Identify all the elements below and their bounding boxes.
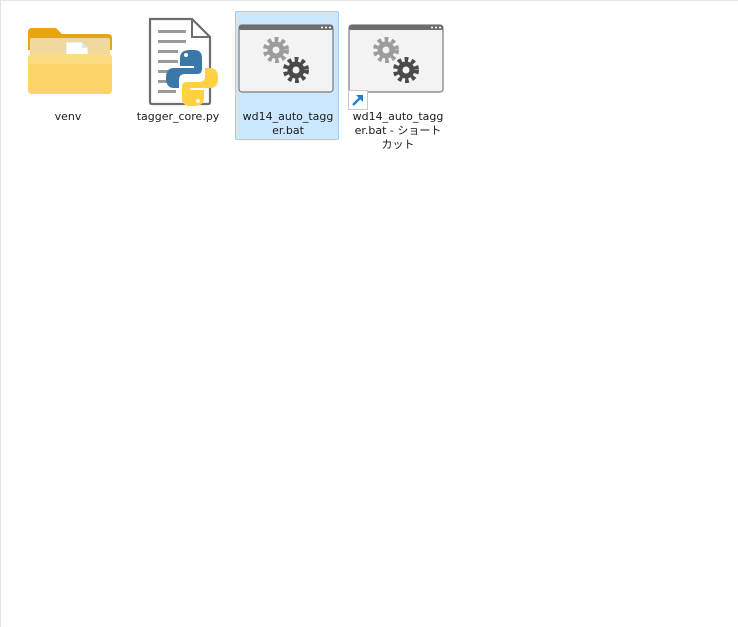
shortcut-icon: [346, 12, 450, 110]
file-item-tagger-core[interactable]: tagger_core.py: [125, 11, 229, 140]
python-file-icon: [126, 12, 230, 110]
folder-icon: [16, 12, 120, 110]
file-item-wd14-bat[interactable]: wd14_auto_tagger.bat: [235, 11, 339, 140]
shortcut-arrow-icon: [348, 90, 368, 110]
file-name: wd14_auto_tagger.bat - ショートカット: [352, 110, 444, 151]
batch-file-icon: [236, 12, 340, 110]
file-view[interactable]: venv tagger_core.py wd14_auto_tagger.bat…: [0, 0, 738, 627]
file-name: wd14_auto_tagger.bat: [242, 110, 334, 137]
file-item-venv[interactable]: venv: [15, 11, 119, 140]
file-item-wd14-shortcut[interactable]: wd14_auto_tagger.bat - ショートカット: [345, 11, 450, 151]
file-name: venv: [54, 110, 82, 123]
file-name: tagger_core.py: [136, 110, 220, 123]
